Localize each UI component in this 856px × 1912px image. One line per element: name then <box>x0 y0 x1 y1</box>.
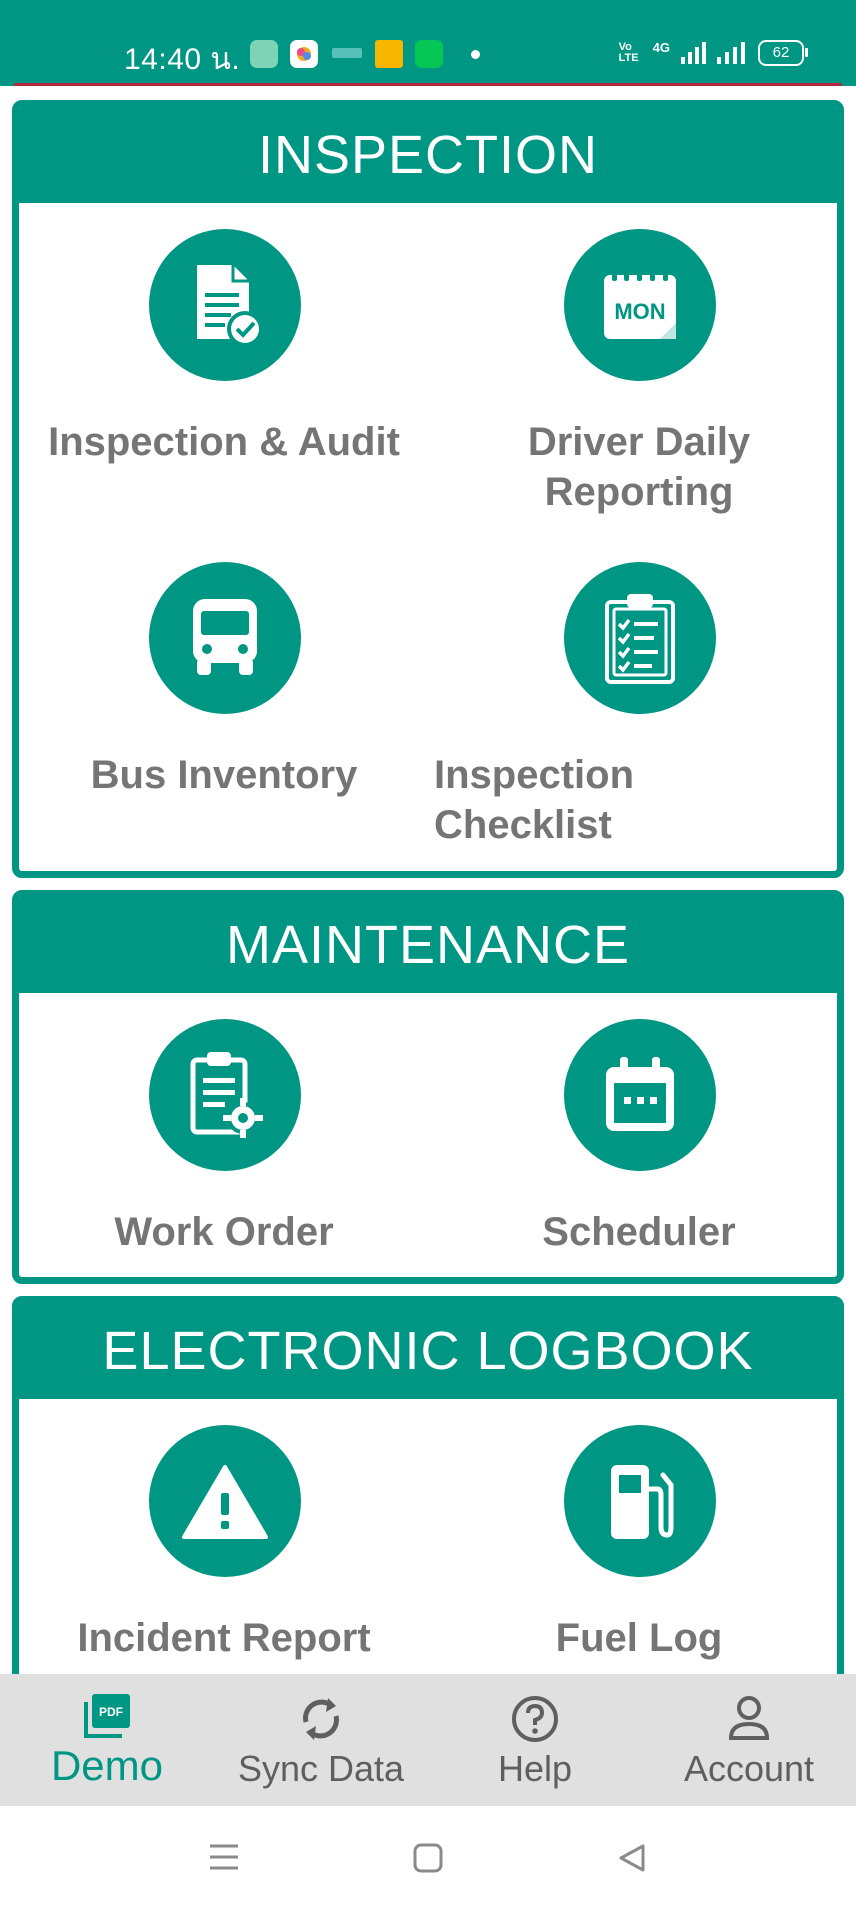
status-indicators: Vo LTE 4G 62 <box>618 39 808 66</box>
maintenance-header: MAINTENANCE <box>19 897 837 993</box>
photos-notification-icon <box>290 40 318 68</box>
pdf-icon-text: PDF <box>99 1705 123 1719</box>
tile-label: Work Order <box>114 1210 334 1254</box>
tile-label: Driver Daily Reporting <box>527 420 751 514</box>
logbook-card: ELECTRONIC LOGBOOK Incident Report Fuel … <box>12 1296 844 1716</box>
tile-label: Inspection Checklist <box>434 753 635 847</box>
status-accent-line <box>14 83 842 86</box>
tile-label: Scheduler <box>542 1210 736 1254</box>
pdf-icon: PDF <box>82 1692 132 1745</box>
fuel-pump-icon <box>564 1425 716 1577</box>
help-icon <box>510 1694 560 1749</box>
volte-icon: Vo LTE <box>618 41 639 64</box>
status-bar: 14:40 น. Vo LTE 4G 62 <box>0 0 856 86</box>
app-notification-icon <box>250 40 278 68</box>
clipboard-gear-icon <box>149 1019 301 1171</box>
nav-label: Demo <box>50 1742 164 1789</box>
tile-label: Fuel Log <box>555 1616 723 1660</box>
back-icon[interactable] <box>616 1842 648 1879</box>
nav-sync-data[interactable]: Sync Data <box>214 1674 428 1806</box>
inspection-card: INSPECTION Inspection & Audit MON Driver… <box>12 100 844 878</box>
calendar-mon-icon: MON <box>564 229 716 381</box>
warning-icon <box>149 1425 301 1577</box>
nav-label: Help <box>497 1748 573 1789</box>
tile-label: Inspection & Audit <box>48 420 400 464</box>
tile-fuel-log[interactable]: Fuel Log <box>434 1425 837 1685</box>
tile-work-order[interactable]: Work Order <box>19 1019 429 1277</box>
more-notifications-dot <box>471 50 480 59</box>
tile-driver-daily-reporting[interactable]: MON Driver Daily Reporting <box>434 229 837 529</box>
tile-inspection-checklist[interactable]: Inspection Checklist <box>434 562 837 862</box>
status-time: 14:40 น. <box>124 43 241 76</box>
tile-label: Incident Report <box>77 1616 371 1660</box>
nav-label: Account <box>683 1748 815 1789</box>
network-type-label: 4G <box>652 39 670 55</box>
bottom-navigation: PDF Demo Sync Data Help Account <box>0 1674 856 1806</box>
signal-icon-sim2 <box>717 42 745 64</box>
signal-icon <box>681 42 706 64</box>
inspection-header: INSPECTION <box>19 107 837 203</box>
account-icon <box>726 1694 772 1747</box>
clipboard-checklist-icon <box>564 562 716 714</box>
line-notification-icon <box>415 40 443 68</box>
tile-incident-report[interactable]: Incident Report <box>19 1425 429 1685</box>
nav-label: Sync Data <box>237 1748 405 1789</box>
menu-icon[interactable] <box>208 1842 240 1877</box>
system-navigation-bar <box>0 1806 856 1912</box>
battery-icon: 62 <box>758 40 808 66</box>
sync-icon <box>298 1694 344 1749</box>
calendar-mon-text: MON <box>614 299 665 324</box>
tile-label: Bus Inventory <box>90 753 358 797</box>
tile-scheduler[interactable]: Scheduler <box>434 1019 837 1277</box>
home-icon[interactable] <box>412 1842 444 1879</box>
shop-notification-icon <box>375 40 403 68</box>
nav-help[interactable]: Help <box>428 1674 642 1806</box>
bus-icon <box>149 562 301 714</box>
maintenance-card: MAINTENANCE Work Order Scheduler <box>12 890 844 1284</box>
tile-inspection-audit[interactable]: Inspection & Audit <box>19 229 429 529</box>
tile-bus-inventory[interactable]: Bus Inventory <box>19 562 429 862</box>
lotus-notification-icon <box>332 48 362 58</box>
nav-account[interactable]: Account <box>642 1674 856 1806</box>
document-check-icon <box>149 229 301 381</box>
nav-demo[interactable]: PDF Demo <box>0 1674 214 1806</box>
logbook-header: ELECTRONIC LOGBOOK <box>19 1303 837 1399</box>
calendar-icon <box>564 1019 716 1171</box>
